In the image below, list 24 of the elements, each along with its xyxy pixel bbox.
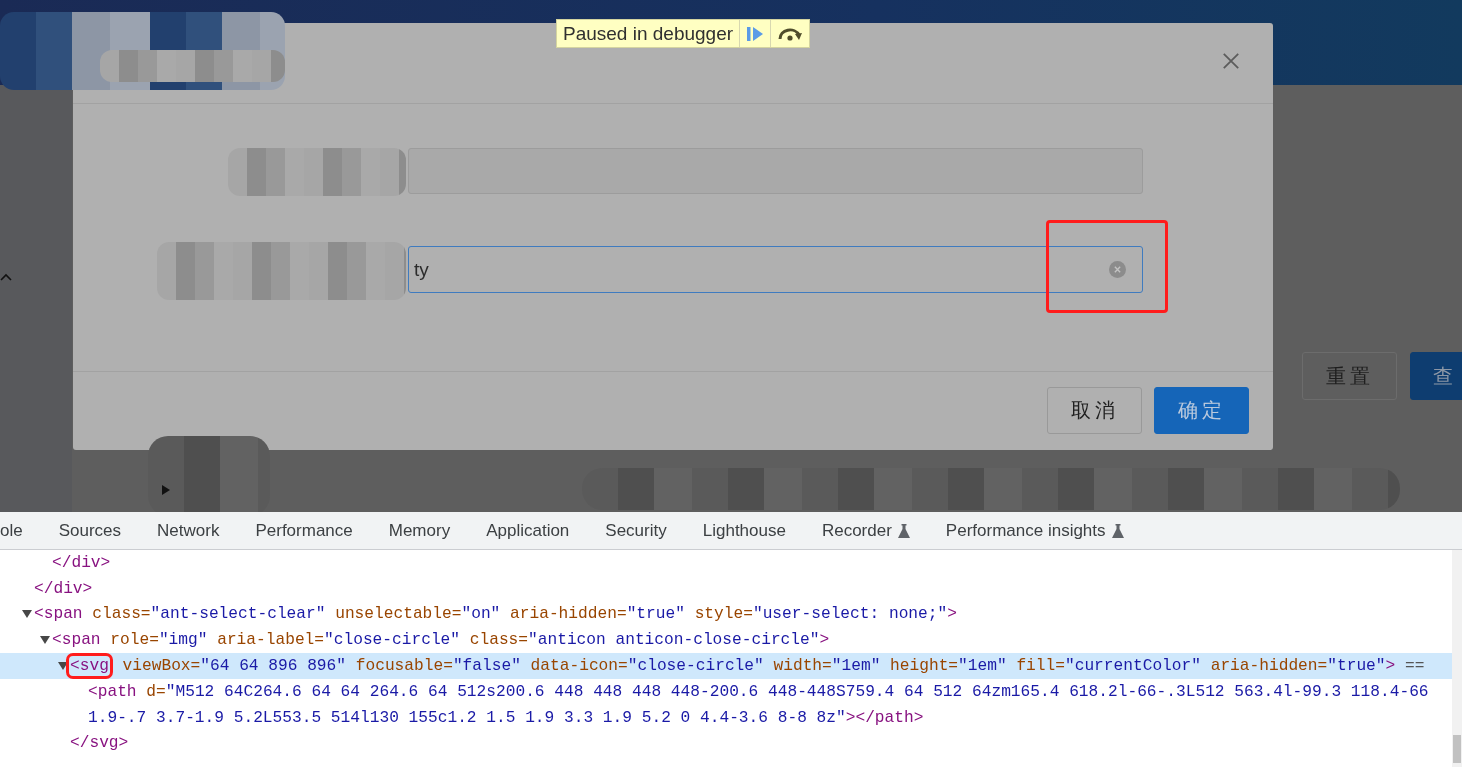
banner-text: Paused in debugger <box>562 22 735 46</box>
devtools-tab[interactable]: Lighthouse <box>684 512 804 549</box>
selected-row[interactable]: <svg viewBox="64 64 896 896" focusable="false" data-icon="close-circle" width="1em" height="1em" fill="currentColor" aria-hidden="true"> == <box>0 653 1452 679</box>
code-line: </svg> <box>70 734 129 753</box>
code-line: <span role="img" aria-label="close-circle" class="anticon anticon-close-circle"> <box>52 631 830 650</box>
code-line: </div> <box>34 579 93 598</box>
code-line: </div> <box>52 553 111 572</box>
field-value: ty <box>414 258 429 281</box>
devtools-tab[interactable]: Performance insights <box>927 512 1142 549</box>
devtools-tab[interactable]: Network <box>139 512 238 549</box>
devtools-tab[interactable]: Security <box>587 512 685 549</box>
dialog-button[interactable]: 取消 <box>1047 387 1142 434</box>
devtools-tab[interactable]: Recorder <box>803 512 928 549</box>
dialog-button[interactable]: 确定 <box>1154 387 1249 434</box>
code-line: <path d="M512 64C264.6 64 64 264.6 64 512s200.6 448 448 448 448-200.6 448-448S759.4 64 512 64zm165.4 618.2l-66-.3L512 563.4l-99.3 118.4-66 <box>88 682 1429 701</box>
code-line: <span class="ant-select-clear" unselectable="on" aria-hidden="true" style="user-select: none;"> <box>34 605 957 624</box>
devtools-tab[interactable]: Application <box>468 512 588 549</box>
devtools-tab[interactable]: Sources <box>40 512 140 549</box>
devtools-tab[interactable]: Performance <box>237 512 371 549</box>
devtools-tab[interactable]: ole <box>0 512 41 549</box>
select-field[interactable]: ty <box>408 246 1143 293</box>
code-line: 1.9-.7 3.7-1.9 5.2L553.5 514l130 155c1.2 1.5 1.9 3.3 1.9 5.2 0 4.4-3.6 8-8 8z"></path> <box>88 708 924 727</box>
devtools-tab[interactable]: Memory <box>370 512 469 549</box>
page-button[interactable]: 查 <box>1410 352 1462 400</box>
